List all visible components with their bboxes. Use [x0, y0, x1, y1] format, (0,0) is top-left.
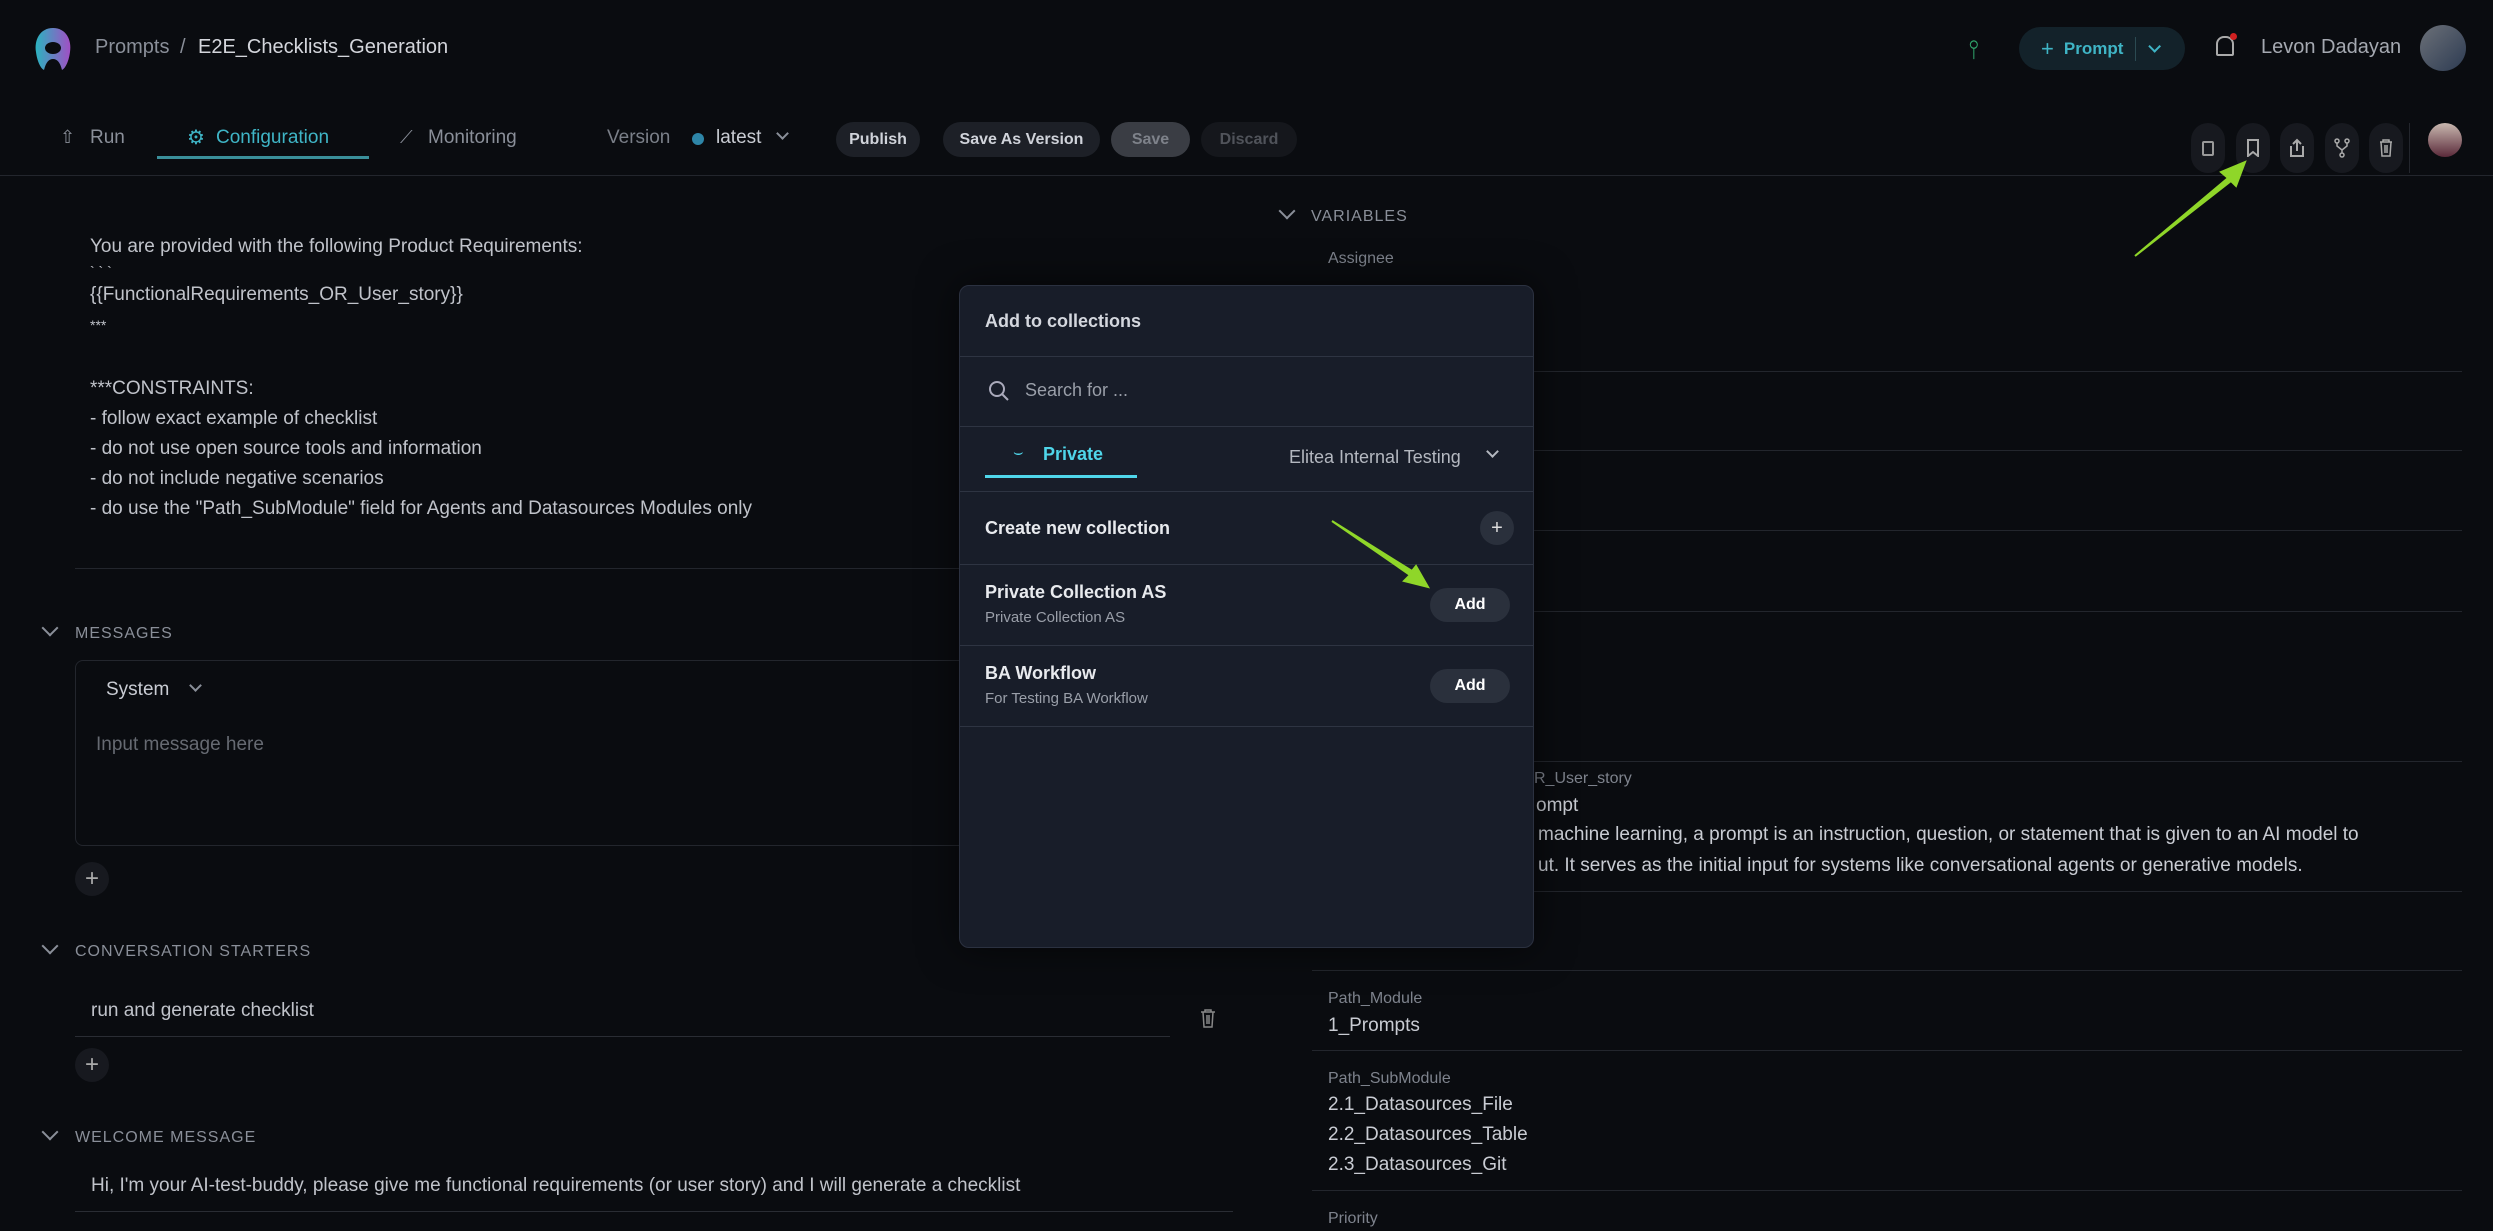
annotation-arrow-icon: [1331, 160, 2247, 589]
